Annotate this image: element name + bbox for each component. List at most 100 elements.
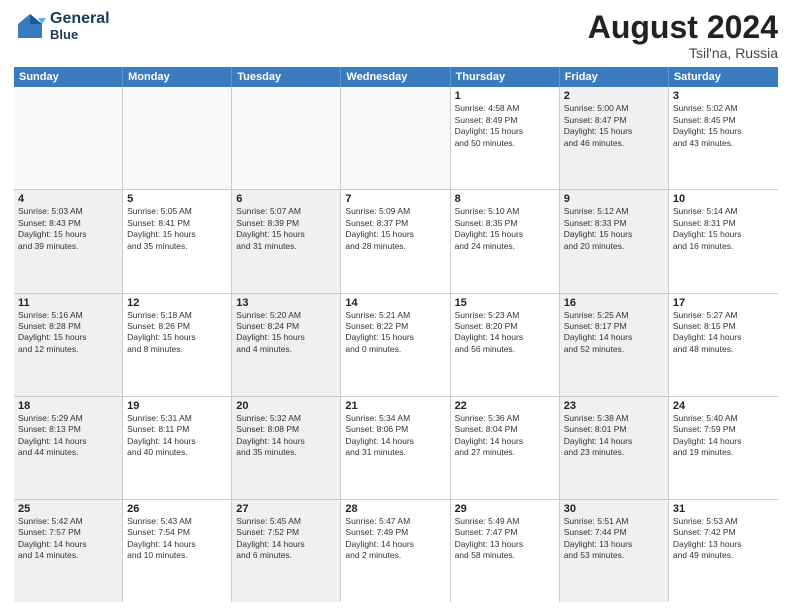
title-block: August 2024 Tsil'na, Russia [588, 10, 778, 61]
day-cell-19: 19Sunrise: 5:31 AM Sunset: 8:11 PM Dayli… [123, 397, 232, 499]
day-info: Sunrise: 4:58 AM Sunset: 8:49 PM Dayligh… [455, 103, 555, 149]
day-info: Sunrise: 5:34 AM Sunset: 8:06 PM Dayligh… [345, 413, 445, 459]
calendar-row-4: 25Sunrise: 5:42 AM Sunset: 7:57 PM Dayli… [14, 500, 778, 602]
day-cell-27: 27Sunrise: 5:45 AM Sunset: 7:52 PM Dayli… [232, 500, 341, 602]
day-number: 26 [127, 503, 227, 515]
day-cell-7: 7Sunrise: 5:09 AM Sunset: 8:37 PM Daylig… [341, 190, 450, 292]
calendar-row-1: 4Sunrise: 5:03 AM Sunset: 8:43 PM Daylig… [14, 190, 778, 293]
day-number: 23 [564, 400, 664, 412]
day-info: Sunrise: 5:40 AM Sunset: 7:59 PM Dayligh… [673, 413, 774, 459]
day-number: 3 [673, 90, 774, 102]
day-cell-11: 11Sunrise: 5:16 AM Sunset: 8:28 PM Dayli… [14, 294, 123, 396]
day-info: Sunrise: 5:21 AM Sunset: 8:22 PM Dayligh… [345, 310, 445, 356]
day-cell-3: 3Sunrise: 5:02 AM Sunset: 8:45 PM Daylig… [669, 87, 778, 189]
calendar-row-2: 11Sunrise: 5:16 AM Sunset: 8:28 PM Dayli… [14, 294, 778, 397]
day-cell-13: 13Sunrise: 5:20 AM Sunset: 8:24 PM Dayli… [232, 294, 341, 396]
day-info: Sunrise: 5:18 AM Sunset: 8:26 PM Dayligh… [127, 310, 227, 356]
day-cell-20: 20Sunrise: 5:32 AM Sunset: 8:08 PM Dayli… [232, 397, 341, 499]
header-day-saturday: Saturday [669, 67, 778, 87]
day-number: 16 [564, 297, 664, 309]
day-number: 6 [236, 193, 336, 205]
day-info: Sunrise: 5:10 AM Sunset: 8:35 PM Dayligh… [455, 206, 555, 252]
day-number: 29 [455, 503, 555, 515]
day-cell-31: 31Sunrise: 5:53 AM Sunset: 7:42 PM Dayli… [669, 500, 778, 602]
month-year: August 2024 [588, 10, 778, 45]
day-cell-16: 16Sunrise: 5:25 AM Sunset: 8:17 PM Dayli… [560, 294, 669, 396]
day-cell-14: 14Sunrise: 5:21 AM Sunset: 8:22 PM Dayli… [341, 294, 450, 396]
day-info: Sunrise: 5:16 AM Sunset: 8:28 PM Dayligh… [18, 310, 118, 356]
day-number: 12 [127, 297, 227, 309]
day-info: Sunrise: 5:25 AM Sunset: 8:17 PM Dayligh… [564, 310, 664, 356]
page: General Blue August 2024 Tsil'na, Russia… [0, 0, 792, 612]
logo-line2: Blue [50, 28, 110, 42]
logo: General Blue [14, 10, 110, 42]
day-number: 31 [673, 503, 774, 515]
day-info: Sunrise: 5:49 AM Sunset: 7:47 PM Dayligh… [455, 516, 555, 562]
day-cell-5: 5Sunrise: 5:05 AM Sunset: 8:41 PM Daylig… [123, 190, 232, 292]
location: Tsil'na, Russia [588, 45, 778, 61]
day-number: 30 [564, 503, 664, 515]
day-cell-2: 2Sunrise: 5:00 AM Sunset: 8:47 PM Daylig… [560, 87, 669, 189]
header-day-wednesday: Wednesday [341, 67, 450, 87]
day-info: Sunrise: 5:12 AM Sunset: 8:33 PM Dayligh… [564, 206, 664, 252]
day-number: 27 [236, 503, 336, 515]
day-number: 11 [18, 297, 118, 309]
day-cell-15: 15Sunrise: 5:23 AM Sunset: 8:20 PM Dayli… [451, 294, 560, 396]
day-number: 15 [455, 297, 555, 309]
day-cell-30: 30Sunrise: 5:51 AM Sunset: 7:44 PM Dayli… [560, 500, 669, 602]
header: General Blue August 2024 Tsil'na, Russia [14, 10, 778, 61]
calendar: SundayMondayTuesdayWednesdayThursdayFrid… [14, 67, 778, 602]
day-info: Sunrise: 5:07 AM Sunset: 8:39 PM Dayligh… [236, 206, 336, 252]
header-day-monday: Monday [123, 67, 232, 87]
day-cell-6: 6Sunrise: 5:07 AM Sunset: 8:39 PM Daylig… [232, 190, 341, 292]
day-info: Sunrise: 5:51 AM Sunset: 7:44 PM Dayligh… [564, 516, 664, 562]
day-number: 4 [18, 193, 118, 205]
day-info: Sunrise: 5:14 AM Sunset: 8:31 PM Dayligh… [673, 206, 774, 252]
calendar-row-0: 1Sunrise: 4:58 AM Sunset: 8:49 PM Daylig… [14, 87, 778, 190]
empty-cell-0-2 [232, 87, 341, 189]
day-number: 22 [455, 400, 555, 412]
day-cell-26: 26Sunrise: 5:43 AM Sunset: 7:54 PM Dayli… [123, 500, 232, 602]
day-cell-23: 23Sunrise: 5:38 AM Sunset: 8:01 PM Dayli… [560, 397, 669, 499]
day-cell-9: 9Sunrise: 5:12 AM Sunset: 8:33 PM Daylig… [560, 190, 669, 292]
day-info: Sunrise: 5:29 AM Sunset: 8:13 PM Dayligh… [18, 413, 118, 459]
day-info: Sunrise: 5:03 AM Sunset: 8:43 PM Dayligh… [18, 206, 118, 252]
day-cell-21: 21Sunrise: 5:34 AM Sunset: 8:06 PM Dayli… [341, 397, 450, 499]
day-number: 19 [127, 400, 227, 412]
day-cell-1: 1Sunrise: 4:58 AM Sunset: 8:49 PM Daylig… [451, 87, 560, 189]
calendar-body: 1Sunrise: 4:58 AM Sunset: 8:49 PM Daylig… [14, 87, 778, 602]
day-number: 10 [673, 193, 774, 205]
empty-cell-0-0 [14, 87, 123, 189]
header-day-thursday: Thursday [451, 67, 560, 87]
day-number: 21 [345, 400, 445, 412]
day-number: 9 [564, 193, 664, 205]
day-cell-8: 8Sunrise: 5:10 AM Sunset: 8:35 PM Daylig… [451, 190, 560, 292]
day-cell-4: 4Sunrise: 5:03 AM Sunset: 8:43 PM Daylig… [14, 190, 123, 292]
day-cell-18: 18Sunrise: 5:29 AM Sunset: 8:13 PM Dayli… [14, 397, 123, 499]
day-cell-29: 29Sunrise: 5:49 AM Sunset: 7:47 PM Dayli… [451, 500, 560, 602]
day-number: 28 [345, 503, 445, 515]
day-cell-28: 28Sunrise: 5:47 AM Sunset: 7:49 PM Dayli… [341, 500, 450, 602]
header-day-tuesday: Tuesday [232, 67, 341, 87]
day-info: Sunrise: 5:09 AM Sunset: 8:37 PM Dayligh… [345, 206, 445, 252]
day-number: 5 [127, 193, 227, 205]
day-number: 13 [236, 297, 336, 309]
day-number: 20 [236, 400, 336, 412]
empty-cell-0-1 [123, 87, 232, 189]
day-number: 1 [455, 90, 555, 102]
day-info: Sunrise: 5:53 AM Sunset: 7:42 PM Dayligh… [673, 516, 774, 562]
day-info: Sunrise: 5:02 AM Sunset: 8:45 PM Dayligh… [673, 103, 774, 149]
day-info: Sunrise: 5:43 AM Sunset: 7:54 PM Dayligh… [127, 516, 227, 562]
logo-line1: General [50, 10, 110, 28]
day-number: 18 [18, 400, 118, 412]
day-number: 25 [18, 503, 118, 515]
day-cell-10: 10Sunrise: 5:14 AM Sunset: 8:31 PM Dayli… [669, 190, 778, 292]
empty-cell-0-3 [341, 87, 450, 189]
day-info: Sunrise: 5:23 AM Sunset: 8:20 PM Dayligh… [455, 310, 555, 356]
header-day-sunday: Sunday [14, 67, 123, 87]
day-info: Sunrise: 5:42 AM Sunset: 7:57 PM Dayligh… [18, 516, 118, 562]
day-cell-12: 12Sunrise: 5:18 AM Sunset: 8:26 PM Dayli… [123, 294, 232, 396]
day-info: Sunrise: 5:47 AM Sunset: 7:49 PM Dayligh… [345, 516, 445, 562]
day-number: 24 [673, 400, 774, 412]
day-number: 7 [345, 193, 445, 205]
